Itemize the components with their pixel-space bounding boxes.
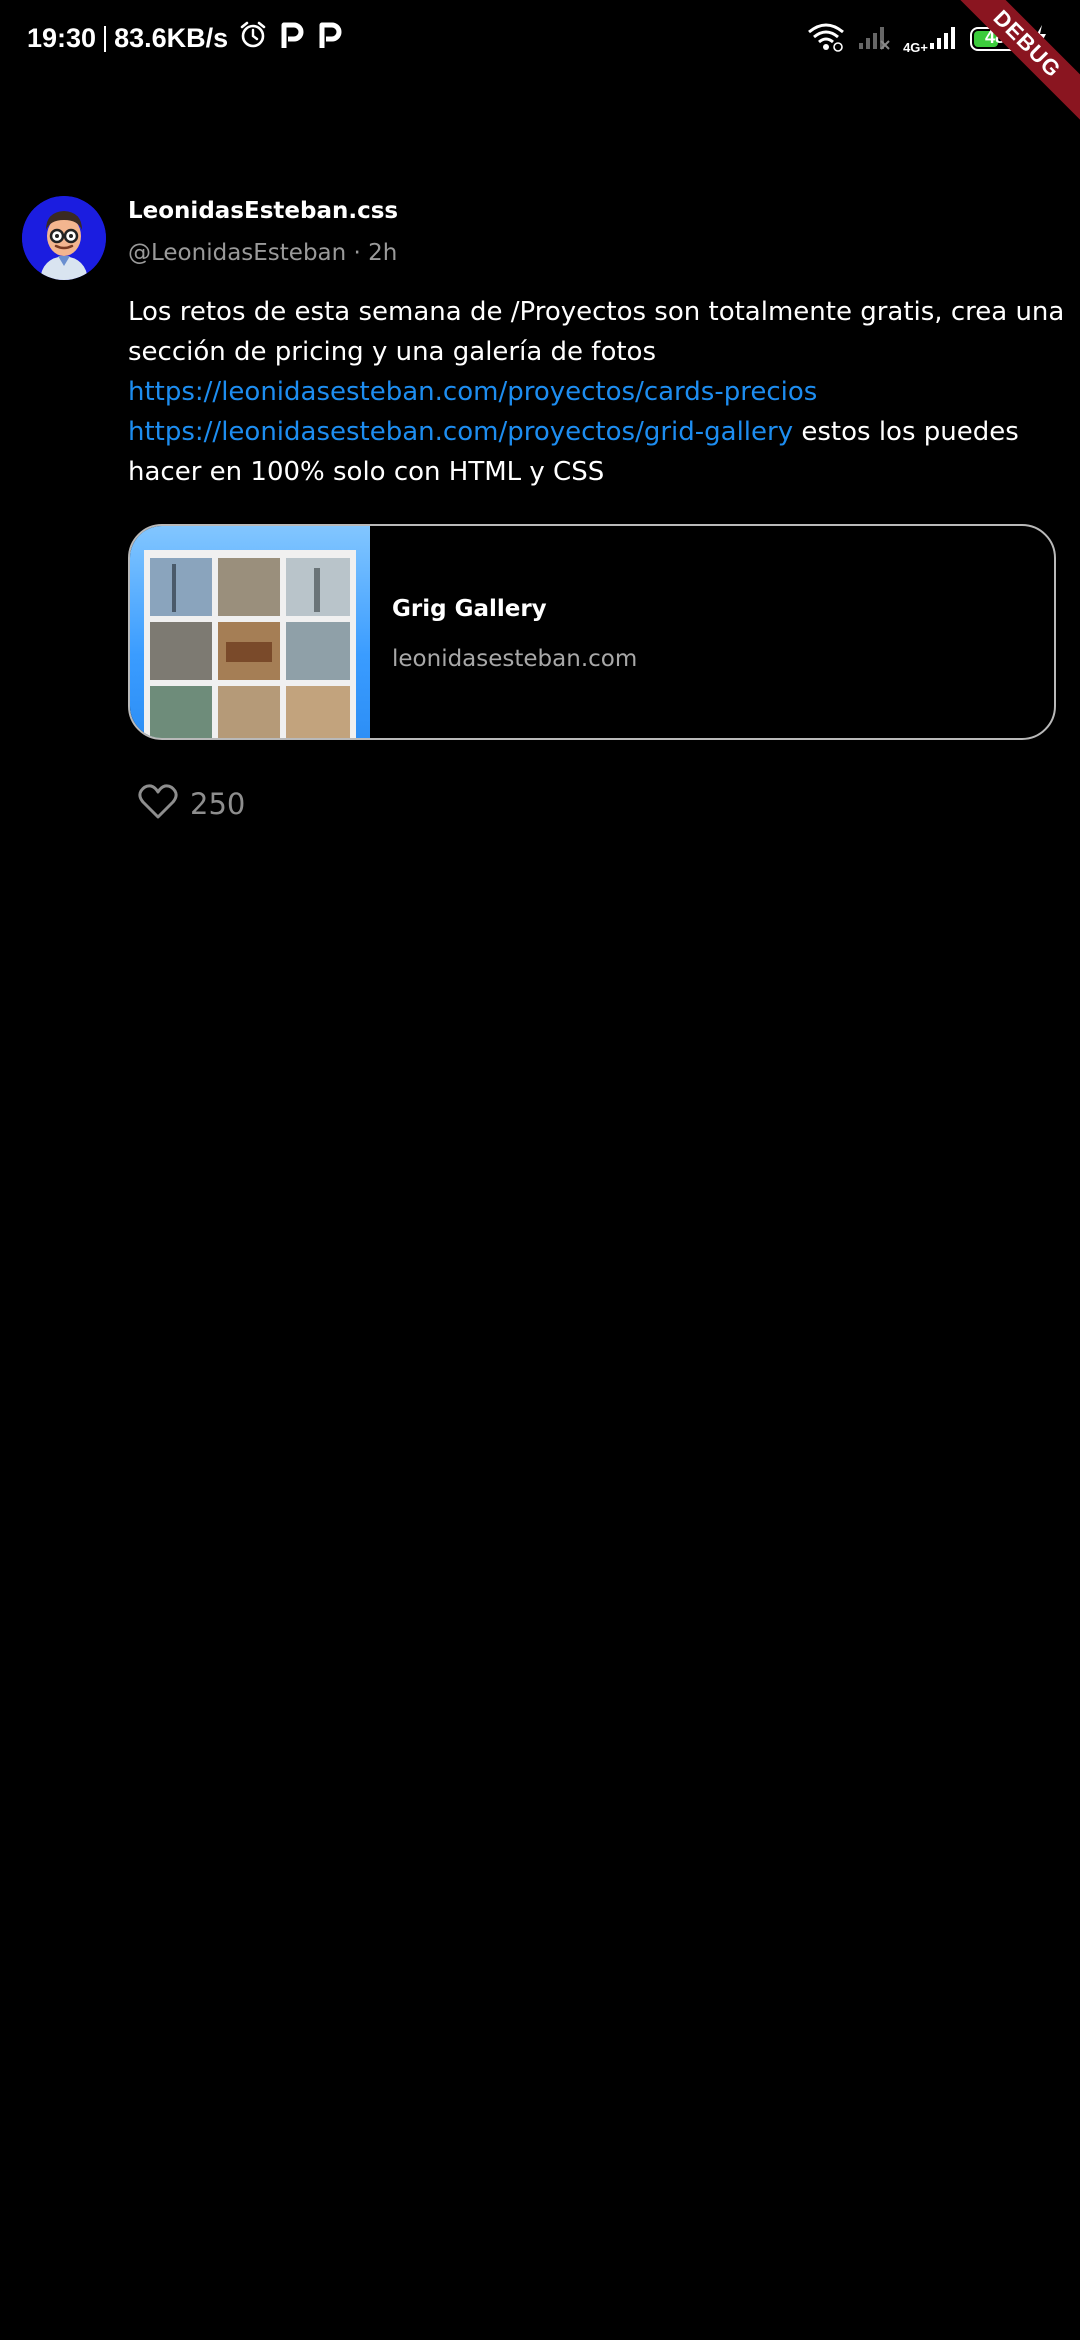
link-preview-thumbnail bbox=[130, 526, 370, 738]
wifi-icon bbox=[807, 22, 845, 56]
tweet-text: Los retos de esta semana de /Proyectos s… bbox=[128, 292, 1068, 492]
avatar-illustration bbox=[22, 196, 106, 280]
tweet-text-part1: Los retos de esta semana de /Proyectos s… bbox=[128, 297, 1065, 367]
tweet-time: 2h bbox=[368, 240, 398, 266]
parking-app-icon-2 bbox=[316, 20, 344, 57]
heart-icon[interactable] bbox=[138, 784, 178, 824]
tweet-actions: 250 bbox=[138, 784, 245, 824]
signal-sim2-icon bbox=[928, 23, 958, 55]
status-bar: 19:30 83.6KB/s 4G+ 48 DEBUG bbox=[0, 0, 1080, 137]
link-preview-card[interactable]: Grig Gallery leonidasesteban.com bbox=[128, 524, 1056, 740]
tweet-link-grid-gallery[interactable]: https://leonidasesteban.com/proyectos/gr… bbox=[128, 417, 793, 447]
like-count: 250 bbox=[190, 787, 246, 821]
parking-app-icon bbox=[278, 20, 306, 57]
avatar[interactable] bbox=[22, 196, 106, 280]
signal-sim2-group: 4G+ bbox=[903, 23, 958, 55]
status-separator bbox=[104, 25, 107, 52]
network-speed: 83.6KB/s bbox=[114, 23, 229, 53]
gallery-thumbnail-image bbox=[144, 550, 356, 738]
network-type-label: 4G+ bbox=[903, 40, 928, 55]
tweet-meta: @LeonidasEsteban · 2h bbox=[128, 240, 397, 266]
signal-sim1-icon bbox=[857, 23, 891, 55]
display-name[interactable]: LeonidasEsteban.css bbox=[128, 198, 398, 224]
clock-time: 19:30 bbox=[27, 23, 97, 53]
user-handle[interactable]: @LeonidasEsteban bbox=[128, 240, 346, 266]
link-preview-domain: leonidasesteban.com bbox=[392, 646, 638, 672]
status-bar-left: 19:30 83.6KB/s bbox=[27, 20, 344, 57]
link-preview-title: Grig Gallery bbox=[392, 596, 547, 622]
tweet-link-cards-precios[interactable]: https://leonidasesteban.com/proyectos/ca… bbox=[128, 377, 817, 407]
meta-separator: · bbox=[346, 240, 369, 266]
debug-banner: DEBUG bbox=[934, 0, 1080, 137]
alarm-icon bbox=[238, 20, 268, 57]
